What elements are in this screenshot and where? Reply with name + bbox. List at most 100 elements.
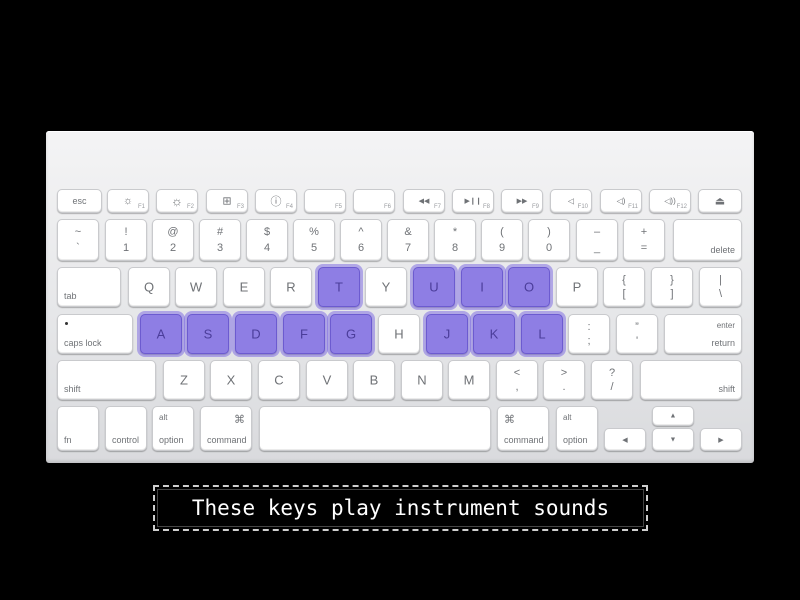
key-5[interactable]: % 5 [293, 219, 335, 261]
key-d-label: D [251, 326, 261, 342]
key-left-option[interactable]: alt option [152, 406, 194, 451]
key-t[interactable]: T [318, 267, 360, 307]
key-f11[interactable]: ◁) F11 [600, 189, 642, 213]
key-quote[interactable]: ” ' [616, 314, 658, 354]
key-comma[interactable]: < , [496, 360, 538, 400]
key-backslash[interactable]: | \ [699, 267, 742, 307]
key-semicolon[interactable]: : ; [568, 314, 610, 354]
key-right-alt-label: alt [563, 413, 572, 422]
key-f3[interactable]: ⊞ F3 [206, 189, 248, 213]
key-f5[interactable]: F5 [304, 189, 346, 213]
key-z-label: Z [180, 372, 188, 388]
key-right-bracket[interactable]: } ] [651, 267, 693, 307]
key-1[interactable]: ! 1 [105, 219, 147, 261]
key-v[interactable]: V [306, 360, 348, 400]
arrow-right-icon: ▶ [718, 436, 724, 444]
key-right-bracket-label: ] [670, 288, 674, 300]
key-comma-label: , [515, 381, 519, 393]
key-f4[interactable]: ⓘ F4 [255, 189, 297, 213]
key-eject[interactable]: ⏏ [698, 189, 742, 213]
arrow-down-icon: ▼ [669, 436, 677, 443]
key-l[interactable]: L [521, 314, 563, 354]
key-minus[interactable]: – _ [576, 219, 618, 261]
key-0[interactable]: ) 0 [528, 219, 570, 261]
key-period-label: . [562, 381, 566, 393]
key-q[interactable]: Q [128, 267, 170, 307]
key-z[interactable]: Z [163, 360, 205, 400]
key-k[interactable]: K [473, 314, 515, 354]
key-h[interactable]: H [378, 314, 420, 354]
key-y[interactable]: Y [365, 267, 407, 307]
key-right-option[interactable]: alt option [556, 406, 598, 451]
key-arrow-right[interactable]: ▶ [700, 428, 742, 451]
key-w[interactable]: W [175, 267, 217, 307]
key-f8[interactable]: ▶❙❙ F8 [452, 189, 494, 213]
key-9[interactable]: ( 9 [481, 219, 523, 261]
key-equals[interactable]: + = [623, 219, 665, 261]
key-left-bracket[interactable]: { [ [603, 267, 645, 307]
key-space[interactable] [259, 406, 491, 451]
key-a[interactable]: A [140, 314, 182, 354]
key-r-label: R [286, 279, 296, 295]
key-e[interactable]: E [223, 267, 265, 307]
key-left-shift[interactable]: shift [57, 360, 156, 400]
key-x[interactable]: X [210, 360, 252, 400]
key-arrow-left[interactable]: ◀ [604, 428, 646, 451]
key-right-shift[interactable]: shift [640, 360, 742, 400]
key-right-command[interactable]: ⌘ command [497, 406, 549, 451]
key-control[interactable]: control [105, 406, 147, 451]
key-8-shift-label: * [452, 226, 458, 238]
key-f9-label: F9 [531, 204, 539, 210]
key-c[interactable]: C [258, 360, 300, 400]
arrow-left-icon: ◀ [622, 436, 628, 444]
key-f12-label: F12 [676, 204, 687, 210]
key-fn[interactable]: fn [57, 406, 99, 451]
key-f11-label: F11 [628, 204, 638, 210]
key-backtick[interactable]: ~ ` [57, 219, 99, 261]
key-f9[interactable]: ▶▶ F9 [501, 189, 543, 213]
key-f7[interactable]: ◀◀ F7 [403, 189, 445, 213]
key-2[interactable]: @ 2 [152, 219, 194, 261]
key-n[interactable]: N [401, 360, 443, 400]
key-j[interactable]: J [426, 314, 468, 354]
key-b-label: B [369, 372, 379, 388]
key-g[interactable]: G [330, 314, 372, 354]
key-left-command[interactable]: ⌘ command [200, 406, 252, 451]
key-return[interactable]: enter return [664, 314, 742, 354]
key-8[interactable]: * 8 [434, 219, 476, 261]
key-i[interactable]: I [461, 267, 503, 307]
key-backslash-label: \ [718, 288, 723, 300]
key-caps-lock[interactable]: caps lock [57, 314, 133, 354]
key-4-label: 4 [263, 242, 271, 254]
key-tab[interactable]: tab [57, 267, 121, 307]
key-arrow-down[interactable]: ▼ [652, 428, 694, 451]
key-period[interactable]: > . [543, 360, 585, 400]
key-r[interactable]: R [270, 267, 312, 307]
key-b[interactable]: B [353, 360, 395, 400]
key-o[interactable]: O [508, 267, 550, 307]
key-3[interactable]: # 3 [199, 219, 241, 261]
key-9-label: 9 [498, 242, 506, 254]
key-f1[interactable]: ☼ F1 [107, 189, 149, 213]
key-6-shift-label: ^ [358, 226, 364, 238]
key-7[interactable]: & 7 [387, 219, 429, 261]
key-u[interactable]: U [413, 267, 455, 307]
key-slash[interactable]: ? / [591, 360, 633, 400]
key-p[interactable]: P [556, 267, 598, 307]
key-s[interactable]: S [187, 314, 229, 354]
key-f10[interactable]: ◁ F10 [550, 189, 592, 213]
key-f[interactable]: F [283, 314, 325, 354]
key-4[interactable]: $ 4 [246, 219, 288, 261]
key-f6[interactable]: F6 [353, 189, 395, 213]
key-6[interactable]: ^ 6 [340, 219, 382, 261]
key-3-shift-label: # [216, 226, 224, 238]
key-k-label: K [489, 326, 499, 342]
key-f12[interactable]: ◁)) F12 [649, 189, 691, 213]
key-esc[interactable]: esc [57, 189, 102, 213]
key-f2[interactable]: ☼ F2 [156, 189, 198, 213]
eject-icon: ⏏ [714, 195, 726, 208]
key-arrow-up[interactable]: ▲ [652, 406, 694, 426]
key-d[interactable]: D [235, 314, 277, 354]
key-delete[interactable]: delete [673, 219, 742, 261]
key-m[interactable]: M [448, 360, 490, 400]
